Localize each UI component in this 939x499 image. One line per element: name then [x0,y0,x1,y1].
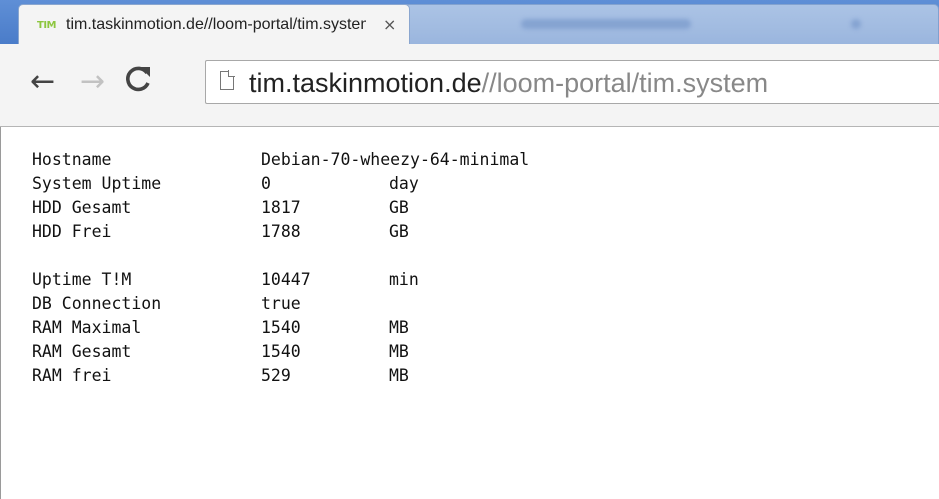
tab-title: tim.taskinmotion.de//loom-portal/tim.sys… [66,16,366,33]
url-host: tim.taskinmotion.de [249,68,482,98]
info-label: DB Connection [32,294,162,313]
close-tab-icon-blurred[interactable] [851,19,861,29]
info-unit: day [389,174,419,193]
info-label: Uptime T!M [32,270,132,289]
info-unit: GB [389,198,409,217]
info-unit: MB [389,342,409,361]
blurred-tab-title [521,19,691,29]
info-value: 0 [261,174,271,193]
url-path: //loom-portal/tim.system [481,68,769,98]
info-value: 1540 [261,318,301,337]
info-unit: GB [389,222,409,241]
page-icon [220,70,235,90]
info-value: 1817 [261,198,301,217]
info-value: 10447 [261,270,311,289]
tab-strip: TIM tim.taskinmotion.de//loom-portal/tim… [0,0,939,44]
tab-active[interactable]: TIM tim.taskinmotion.de//loom-portal/tim… [18,4,410,44]
back-arrow-icon[interactable]: ← [30,64,55,100]
tab-inactive[interactable] [400,4,939,44]
info-label: HDD Frei [32,222,112,241]
address-bar[interactable]: tim.taskinmotion.de//loom-portal/tim.sys… [205,60,939,104]
info-label: RAM Maximal [32,318,142,337]
info-label: RAM frei [32,366,112,385]
info-label: RAM Gesamt [32,342,132,361]
info-value: 1788 [261,222,301,241]
reload-icon-svg [126,66,150,92]
info-unit: MB [389,366,409,385]
close-tab-icon[interactable]: × [383,15,396,34]
page-content: Hostname Debian-70-wheezy-64-minimal Sys… [0,127,939,499]
info-label: HDD Gesamt [32,198,132,217]
info-value: 529 [261,366,291,385]
info-value: Debian-70-wheezy-64-minimal [261,150,530,169]
info-unit: MB [389,318,409,337]
info-label: Hostname [32,150,112,169]
browser-toolbar: ← → tim.taskinmotion.de//loom-portal/tim… [0,44,939,127]
address-url[interactable]: tim.taskinmotion.de//loom-portal/tim.sys… [249,68,768,99]
info-value: 1540 [261,342,301,361]
tim-favicon-icon: TIM [37,20,57,31]
forward-arrow-icon[interactable]: → [80,64,105,100]
reload-icon[interactable] [123,64,153,103]
info-label: System Uptime [32,174,162,193]
info-value: true [261,294,301,313]
info-unit: min [389,270,419,289]
